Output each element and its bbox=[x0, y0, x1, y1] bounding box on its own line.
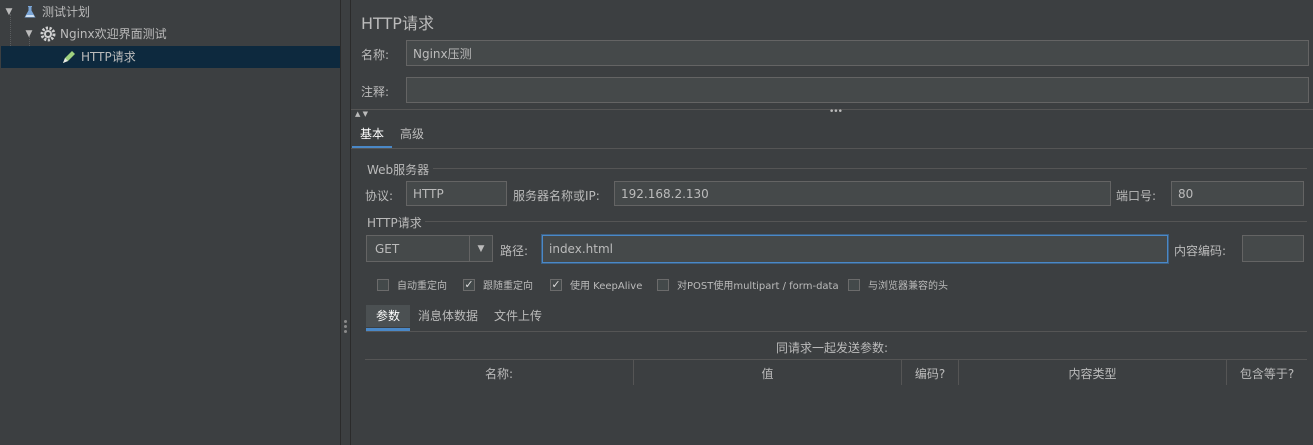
checkbox-keepalive[interactable]: ✓ 使用 KeepAlive bbox=[550, 277, 642, 292]
collapse-arrows-icon[interactable]: ▲ ▼ bbox=[355, 110, 368, 118]
group-line bbox=[425, 221, 1307, 222]
checkbox-label: 对POST使用multipart / form-data bbox=[677, 281, 839, 292]
http-request-panel: HTTP请求 名称: Nginx压测 注释: ▲ ▼ ••• 基本 高级 Web… bbox=[351, 0, 1313, 445]
tree-item-label: HTTP请求 bbox=[81, 50, 136, 64]
divider-grip-icon bbox=[344, 320, 347, 335]
path-label: 路径: bbox=[500, 244, 529, 258]
panel-title: HTTP请求 bbox=[361, 14, 434, 33]
tab-basic[interactable]: 基本 bbox=[352, 123, 393, 149]
checkbox-label: 与浏览器兼容的头 bbox=[868, 281, 948, 292]
checkbox-box[interactable] bbox=[657, 278, 669, 291]
column-header-value[interactable]: 值 bbox=[634, 360, 902, 386]
checkbox-label: 使用 KeepAlive bbox=[570, 281, 643, 292]
port-label: 端口号: bbox=[1116, 189, 1157, 203]
method-select[interactable]: GET ▼ bbox=[366, 235, 493, 262]
checkbox-label: 自动重定向 bbox=[397, 281, 447, 292]
tab-advanced[interactable]: 高级 bbox=[392, 123, 432, 145]
method-value: GET bbox=[375, 241, 400, 256]
expand-toggle-icon[interactable]: ▼ bbox=[24, 29, 34, 39]
comment-field[interactable] bbox=[406, 77, 1309, 103]
checkbox-browser-headers[interactable]: 与浏览器兼容的头 bbox=[848, 277, 948, 292]
path-field[interactable]: index.html bbox=[542, 235, 1168, 263]
port-field[interactable]: 80 bbox=[1171, 181, 1304, 206]
checkbox-multipart[interactable]: 对POST使用multipart / form-data bbox=[657, 277, 839, 292]
tabs-separator bbox=[351, 148, 1313, 149]
server-field[interactable]: 192.168.2.130 bbox=[614, 181, 1111, 206]
params-caption: 同请求一起发送参数: bbox=[775, 341, 889, 355]
checkbox-box[interactable]: ✓ bbox=[550, 278, 562, 291]
params-table-body[interactable] bbox=[365, 385, 1307, 445]
expand-toggle-icon[interactable]: ▼ bbox=[4, 7, 14, 17]
tree-item-thread-group[interactable]: ▼ Nginx欢迎界面测试 bbox=[0, 23, 341, 45]
flask-icon bbox=[22, 4, 38, 20]
test-plan-tree[interactable]: ▼ 测试计划 ▼ Nginx欢迎界面测试 HTTP请求 bbox=[0, 0, 341, 445]
tab-body-data[interactable]: 消息体数据 bbox=[410, 305, 486, 327]
column-header-include-equals[interactable]: 包含等于? bbox=[1227, 360, 1307, 386]
encoding-field[interactable] bbox=[1242, 235, 1304, 262]
group-line bbox=[433, 168, 1307, 169]
column-header-content-type[interactable]: 内容类型 bbox=[959, 360, 1227, 386]
tree-item-test-plan[interactable]: ▼ 测试计划 bbox=[0, 1, 341, 23]
name-label: 名称: bbox=[361, 48, 390, 62]
split-pane-divider[interactable] bbox=[341, 0, 351, 445]
collapse-bar[interactable]: ▲ ▼ ••• bbox=[351, 107, 1313, 119]
checkbox-auto-redirect[interactable]: 自动重定向 bbox=[377, 277, 447, 292]
params-table-header: 名称: 值 编码? 内容类型 包含等于? bbox=[365, 359, 1307, 387]
tree-item-label: Nginx欢迎界面测试 bbox=[60, 27, 167, 41]
checkbox-box[interactable] bbox=[848, 278, 860, 291]
name-field[interactable]: Nginx压测 bbox=[406, 40, 1309, 66]
param-tabs: 参数 消息体数据 文件上传 bbox=[366, 305, 550, 331]
pen-icon bbox=[61, 49, 77, 65]
chevron-down-icon[interactable]: ▼ bbox=[469, 236, 492, 261]
tree-item-http-request[interactable]: HTTP请求 bbox=[1, 46, 340, 68]
server-label: 服务器名称或IP: bbox=[513, 189, 600, 203]
comment-label: 注释: bbox=[361, 85, 390, 99]
checkbox-box[interactable] bbox=[377, 278, 389, 291]
http-request-group-title: HTTP请求 bbox=[367, 216, 422, 230]
tab-parameters[interactable]: 参数 bbox=[366, 305, 411, 331]
encoding-label: 内容编码: bbox=[1174, 244, 1227, 258]
column-header-name[interactable]: 名称: bbox=[365, 360, 634, 386]
main-tabs: 基本 高级 bbox=[352, 123, 432, 149]
protocol-field[interactable]: HTTP bbox=[406, 181, 507, 206]
subtabs-separator bbox=[366, 331, 1307, 332]
protocol-label: 协议: bbox=[365, 189, 394, 203]
web-server-title: Web服务器 bbox=[367, 163, 430, 177]
column-header-encode[interactable]: 编码? bbox=[902, 360, 959, 386]
tab-file-upload[interactable]: 文件上传 bbox=[486, 305, 550, 327]
gear-icon bbox=[40, 26, 56, 42]
tree-item-label: 测试计划 bbox=[42, 5, 91, 19]
checkbox-label: 跟随重定向 bbox=[483, 281, 533, 292]
checkbox-box[interactable]: ✓ bbox=[463, 278, 475, 291]
checkbox-follow-redirect[interactable]: ✓ 跟随重定向 bbox=[463, 277, 533, 292]
drag-handle-icon[interactable]: ••• bbox=[829, 107, 843, 117]
